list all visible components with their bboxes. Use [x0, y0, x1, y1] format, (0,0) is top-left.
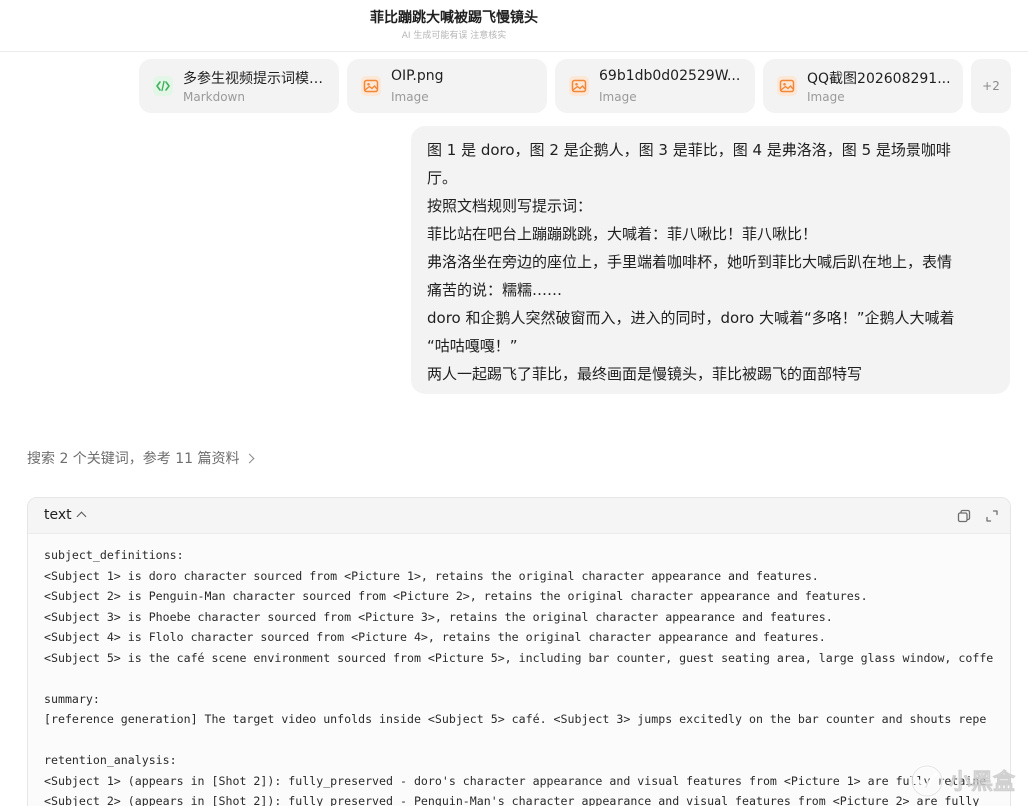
attachment-card-image[interactable]: QQ截图202608291... Image — [763, 59, 963, 113]
attachment-type: Image — [599, 90, 637, 104]
attachment-type: Image — [807, 90, 845, 104]
attachment-card-image[interactable]: 69b1db0d02529W... Image — [555, 59, 755, 113]
message-line: 图 1 是 doro，图 2 是企鹅人，图 3 是菲比，图 4 是弗洛洛，图 5… — [427, 141, 951, 159]
watermark-logo: 小黑盒 — [905, 757, 1028, 806]
code-line: <Subject 5> is the café scene environmen… — [44, 650, 994, 665]
attachment-card-image[interactable]: OIP.png Image — [347, 59, 547, 113]
attachment-name: OIP.png — [391, 68, 444, 84]
markdown-code-icon — [153, 76, 173, 96]
chevron-right-icon — [244, 453, 254, 464]
chevron-up-icon — [76, 511, 87, 522]
image-icon — [569, 76, 589, 96]
ai-disclaimer: AI 生成可能有误 注意核实 — [401, 31, 507, 41]
image-icon — [777, 76, 797, 96]
search-summary-text: 搜索 2 个关键词，参考 11 篇资料 — [27, 451, 240, 467]
attachment-type: Image — [391, 90, 429, 104]
code-block-header: text — [28, 498, 1010, 534]
copy-icon[interactable] — [956, 508, 972, 524]
message-line: 菲比站在吧台上蹦蹦跳跳，大喊着：菲八啾比！菲八啾比！ — [427, 225, 818, 243]
code-language-toggle[interactable]: text — [44, 507, 87, 523]
code-line: summary: — [44, 691, 100, 706]
code-line: <Subject 3> is Phoebe character sourced … — [44, 609, 833, 624]
code-line: <Subject 2> (appears in [Shot 2]): fully… — [44, 794, 980, 806]
conversation-title: 菲比蹦跳大喊被踢飞慢镜头 — [370, 10, 538, 26]
code-block: text subject_definitions: <Subject 1> is… — [27, 497, 1011, 806]
message-line: 按照文档规则写提示词： — [427, 197, 593, 215]
code-line: <Subject 1> (appears in [Shot 2]): fully… — [44, 773, 987, 788]
message-line: doro 和企鹅人突然破窗而入，进入的同时，doro 大喊着“多咯！”企鹅人大喊… — [427, 309, 955, 327]
code-line: <Subject 2> is Penguin-Man character sou… — [44, 589, 868, 603]
more-attachments-button[interactable]: +2 — [971, 59, 1011, 113]
chat-header: 菲比蹦跳大喊被踢飞慢镜头 AI 生成可能有误 注意核实 — [0, 0, 1028, 52]
code-line: <Subject 4> is Flolo character sourced f… — [44, 630, 826, 644]
code-line: [reference generation] The target video … — [44, 712, 987, 726]
image-icon — [361, 76, 381, 96]
watermark-text: 小黑盒 — [949, 769, 1016, 794]
message-line: 厅。 — [427, 169, 458, 187]
user-message-bubble: 图 1 是 doro，图 2 是企鹅人，图 3 是菲比，图 4 是弗洛洛，图 5… — [411, 126, 1010, 394]
attachment-card-markdown[interactable]: 多参生视频提示词模板... Markdown — [139, 59, 339, 113]
code-line: retention_analysis: — [44, 753, 177, 767]
code-language-label: text — [44, 507, 72, 523]
attachment-name: 69b1db0d02529W... — [599, 68, 741, 84]
message-line: 两人一起踢飞了菲比，最终画面是慢镜头，菲比被踢飞的面部特写 — [427, 365, 863, 383]
message-line: 痛苦的说：糯糯…… — [427, 281, 563, 299]
attachment-name: QQ截图202608291... — [807, 71, 951, 87]
code-line: <Subject 1> is doro character sourced fr… — [44, 568, 819, 583]
expand-icon[interactable] — [984, 508, 1000, 524]
message-line: 弗洛洛坐在旁边的座位上，手里端着咖啡杯，她听到菲比大喊后趴在地上，表情 — [427, 253, 953, 271]
code-line: subject_definitions: — [44, 548, 184, 562]
attachment-name: 多参生视频提示词模板... — [183, 71, 327, 87]
attachment-type: Markdown — [183, 90, 245, 104]
message-line: “咕咕嘎嘎！” — [427, 337, 518, 355]
code-content: subject_definitions: <Subject 1> is doro… — [44, 545, 1010, 806]
search-summary-toggle[interactable]: 搜索 2 个关键词，参考 11 篇资料 — [27, 448, 254, 468]
